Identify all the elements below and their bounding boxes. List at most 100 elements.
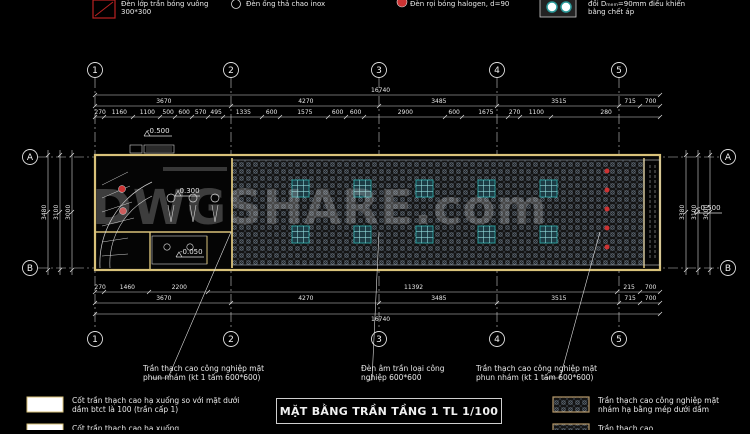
- grid-label: 5: [616, 66, 622, 76]
- detail-dimension-top: 1575: [297, 109, 313, 116]
- callout-ceiling-left: Trần thạch cao công nghiệp mặt phun nhám…: [143, 364, 265, 382]
- detail-dimension-top: 280: [600, 109, 612, 116]
- detail-dimension-top: 570: [194, 109, 207, 116]
- ceiling-light-panel-icon: [291, 225, 310, 244]
- ceiling-light-panel-icon: [539, 179, 558, 198]
- legend-square-light-label: Đèn lớp trần bóng vuông 300*300: [121, 0, 209, 16]
- detail-dimension-bottom: 215: [623, 284, 635, 291]
- drawing-title: MẶT BẰNG TRẦN TẦNG 1 TL 1/100: [279, 404, 499, 418]
- grid-label: 3: [376, 66, 382, 76]
- level-right: -0.500: [698, 204, 721, 212]
- detail-dimension-top: 600: [349, 109, 362, 116]
- detail-dimension-top: 2900: [397, 109, 413, 116]
- detail-dimension-top: 600: [178, 109, 190, 116]
- span-dimension-top: 4270: [298, 98, 314, 105]
- side-dimension-left: 3000: [65, 204, 72, 220]
- level-lower-left: -0.050: [180, 248, 203, 256]
- grid-bubble-5: 5: [611, 62, 627, 78]
- grid-bubble-2: 2: [223, 62, 239, 78]
- ceiling-light-panel-icon: [415, 225, 434, 244]
- legend-industrial-ceiling-label: Trần thạch cao công nghiệp mặt nhám hạ b…: [598, 396, 720, 414]
- grid-label: B: [725, 264, 731, 274]
- detail-dimension-top: 500: [162, 109, 174, 116]
- grid-label: 1: [92, 335, 98, 345]
- detail-dimension-top: 600: [265, 109, 278, 116]
- detail-dimension-top: 1675: [478, 109, 494, 116]
- detail-dimension-bottom: 2200: [171, 284, 187, 291]
- swatch-plain-ceiling: [26, 396, 64, 413]
- step-symbol: [129, 144, 143, 154]
- detail-dimension-top: 600: [448, 109, 460, 116]
- ceiling-light-panel-icon: [353, 225, 372, 244]
- grid-bubble-1: 1: [87, 62, 103, 78]
- span-dimension-bottom: 3670: [156, 295, 172, 302]
- industrial-ceiling-area: [231, 159, 645, 266]
- span-dimension-bottom: 3485: [431, 295, 447, 302]
- grid-bubble-4: 4: [489, 62, 505, 78]
- detail-dimension-top: 1160: [111, 109, 127, 116]
- span-dimension-top: 3515: [551, 98, 567, 105]
- legend-plain-ceiling-label-2: Cốt trần thạch cao hạ xuống...: [72, 424, 187, 430]
- span-dimension-bottom: 4270: [298, 295, 314, 302]
- grid-label: 5: [616, 335, 622, 345]
- callout-recessed-light: Đèn âm trần loại công nghiệp 600*600: [361, 364, 445, 382]
- span-dimension-bottom: 715: [624, 295, 636, 302]
- grid-bubble-3: 3: [371, 62, 387, 78]
- grid-label: B: [27, 264, 33, 274]
- side-dimension-right: 3380: [679, 204, 686, 220]
- grid-bubble-A: A: [22, 149, 38, 165]
- level-left-top: -0.500: [147, 127, 170, 135]
- pendant-light-symbol-icon: [231, 0, 241, 9]
- cad-drawing: 1122334455AABB Đèn lớp trần bóng vuông 3…: [0, 0, 750, 434]
- ceiling-light-panel-icon: [477, 225, 496, 244]
- grid-label: 2: [228, 335, 234, 345]
- level-center-left: -0.300: [177, 187, 200, 195]
- grid-bubble-4: 4: [489, 331, 505, 347]
- grid-bubble-B: B: [22, 260, 38, 276]
- callout-ceiling-right: Trần thạch cao công nghiệp mặt phun nhám…: [476, 364, 598, 382]
- detail-dimension-bottom: 700: [644, 284, 657, 291]
- ceiling-light-panel-icon: [291, 179, 310, 198]
- detail-dimension-top: 495: [210, 109, 222, 116]
- legend-plain-ceiling-label: Cốt trần thạch cao hạ xuống so với mặt d…: [72, 396, 240, 414]
- grid-label: A: [725, 153, 732, 163]
- ceiling-light-panel-icon: [353, 179, 372, 198]
- ceiling-light-panel-icon: [539, 225, 558, 244]
- span-dimension-top: 700: [644, 98, 657, 105]
- detail-dimension-bottom: 11392: [404, 284, 424, 291]
- span-dimension-top: 715: [624, 98, 636, 105]
- side-dimension-left: 3100: [53, 204, 60, 220]
- swatch-industrial-ceiling: [552, 396, 590, 413]
- grid-label: 3: [376, 335, 382, 345]
- legend-pendant-light-label: Đèn ống thả chao inox: [246, 0, 326, 8]
- detail-dimension-top: 1100: [528, 109, 544, 116]
- grid-bubble-5: 5: [611, 331, 627, 347]
- span-dimension-top: 3485: [431, 98, 447, 105]
- grid-label: 4: [494, 335, 500, 345]
- overall-dimension-bottom: 16740: [371, 316, 391, 323]
- grid-bubble-A: A: [720, 149, 736, 165]
- detail-dimension-top: 600: [331, 109, 344, 116]
- detail-dimension-bottom: 270: [94, 284, 106, 291]
- halogen-spot-icon: [118, 185, 126, 193]
- span-dimension-bottom: 700: [644, 295, 657, 302]
- legend-industrial-ceiling-label-2: Trần thạch cao...: [598, 424, 661, 430]
- detail-dimension-top: 270: [94, 109, 106, 116]
- side-dimension-left: 3480: [41, 204, 48, 220]
- grid-bubble-B: B: [720, 260, 736, 276]
- grid-label: A: [27, 153, 34, 163]
- grid-label: 2: [228, 66, 234, 76]
- detail-dimension-bottom: 1460: [119, 284, 135, 291]
- detail-dimension-top: 1335: [235, 109, 251, 116]
- ceiling-light-panel-icon: [415, 179, 434, 198]
- grid-label: 4: [494, 66, 500, 76]
- ceiling-light-panel-icon: [477, 179, 496, 198]
- detail-dimension-top: 1100: [139, 109, 155, 116]
- halogen-spot-symbol-icon: [396, 0, 408, 8]
- detail-dimension-top: 270: [508, 109, 521, 116]
- span-dimension-top: 3670: [156, 98, 172, 105]
- drawing-title-box: MẶT BẰNG TRẦN TẦNG 1 TL 1/100: [276, 398, 502, 424]
- span-dimension-bottom: 3515: [551, 295, 567, 302]
- grid-label: 1: [92, 66, 98, 76]
- overall-dimension-top: 16740: [371, 87, 391, 94]
